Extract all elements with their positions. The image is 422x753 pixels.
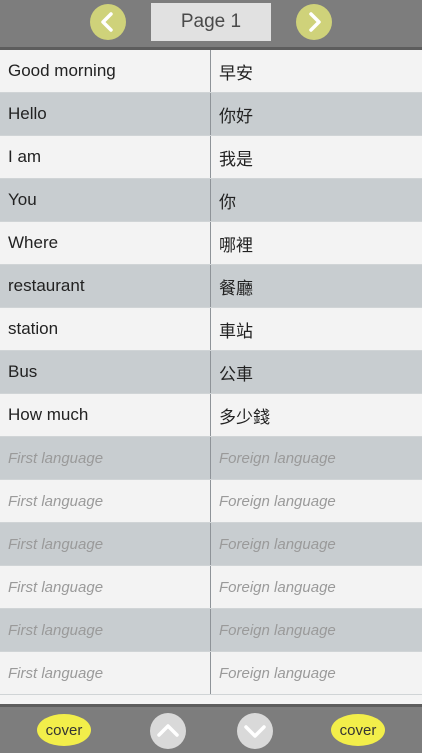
table-row[interactable]: Hello 你好 xyxy=(0,93,422,136)
foreign-language-cell[interactable]: 我是 xyxy=(211,136,422,178)
bottom-toolbar: cover cover xyxy=(0,704,422,753)
first-language-cell[interactable]: Hello xyxy=(0,93,211,135)
foreign-language-placeholder[interactable]: Foreign language xyxy=(211,609,422,651)
foreign-language-placeholder[interactable]: Foreign language xyxy=(211,480,422,522)
chevron-left-icon xyxy=(101,12,113,32)
table-row[interactable]: Where 哪裡 xyxy=(0,222,422,265)
foreign-language-cell[interactable]: 車站 xyxy=(211,308,422,350)
table-row[interactable]: You 你 xyxy=(0,179,422,222)
first-language-placeholder[interactable]: First language xyxy=(0,437,211,479)
foreign-language-cell[interactable]: 哪裡 xyxy=(211,222,422,264)
first-language-cell[interactable]: You xyxy=(0,179,211,221)
first-language-cell[interactable]: station xyxy=(0,308,211,350)
foreign-language-cell[interactable]: 多少錢 xyxy=(211,394,422,436)
first-language-cell[interactable]: Bus xyxy=(0,351,211,393)
table-row[interactable]: Good morning 早安 xyxy=(0,50,422,93)
first-language-placeholder[interactable]: First language xyxy=(0,609,211,651)
first-language-placeholder[interactable]: First language xyxy=(0,566,211,608)
first-language-cell[interactable]: Good morning xyxy=(0,50,211,92)
foreign-language-placeholder[interactable]: Foreign language xyxy=(211,523,422,565)
foreign-language-placeholder[interactable]: Foreign language xyxy=(211,437,422,479)
foreign-language-cell[interactable]: 公車 xyxy=(211,351,422,393)
table-row[interactable]: How much 多少錢 xyxy=(0,394,422,437)
foreign-language-cell[interactable]: 你好 xyxy=(211,93,422,135)
foreign-language-cell[interactable]: 餐廳 xyxy=(211,265,422,307)
first-language-cell[interactable]: I am xyxy=(0,136,211,178)
foreign-language-placeholder[interactable]: Foreign language xyxy=(211,566,422,608)
first-language-placeholder[interactable]: First language xyxy=(0,652,211,694)
first-language-placeholder[interactable]: First language xyxy=(0,523,211,565)
table-row[interactable]: Bus 公車 xyxy=(0,351,422,394)
chevron-down-icon xyxy=(244,725,266,738)
first-language-placeholder[interactable]: First language xyxy=(0,480,211,522)
table-row[interactable]: station 車站 xyxy=(0,308,422,351)
first-language-cell[interactable]: How much xyxy=(0,394,211,436)
chevron-up-icon xyxy=(157,724,179,737)
foreign-language-placeholder[interactable]: Foreign language xyxy=(211,652,422,694)
scroll-up-button[interactable] xyxy=(150,713,186,749)
previous-page-button[interactable] xyxy=(90,4,126,40)
table-row[interactable]: restaurant 餐廳 xyxy=(0,265,422,308)
table-row[interactable]: First language Foreign language xyxy=(0,437,422,480)
next-page-button[interactable] xyxy=(296,4,332,40)
table-row[interactable]: First language Foreign language xyxy=(0,609,422,652)
table-row[interactable]: I am 我是 xyxy=(0,136,422,179)
cover-right-button[interactable]: cover xyxy=(331,714,385,746)
table-row[interactable]: First language Foreign language xyxy=(0,652,422,695)
phrase-table: Good morning 早安 Hello 你好 I am 我是 You 你 W… xyxy=(0,50,422,704)
table-row[interactable]: First language Foreign language xyxy=(0,523,422,566)
first-language-cell[interactable]: Where xyxy=(0,222,211,264)
top-toolbar: Page 1 xyxy=(0,0,422,50)
foreign-language-cell[interactable]: 你 xyxy=(211,179,422,221)
chevron-right-icon xyxy=(309,12,321,32)
page-indicator: Page 1 xyxy=(151,3,271,41)
table-row[interactable]: First language Foreign language xyxy=(0,566,422,609)
cover-left-button[interactable]: cover xyxy=(37,714,91,746)
table-row[interactable]: First language Foreign language xyxy=(0,480,422,523)
first-language-cell[interactable]: restaurant xyxy=(0,265,211,307)
scroll-down-button[interactable] xyxy=(237,713,273,749)
foreign-language-cell[interactable]: 早安 xyxy=(211,50,422,92)
